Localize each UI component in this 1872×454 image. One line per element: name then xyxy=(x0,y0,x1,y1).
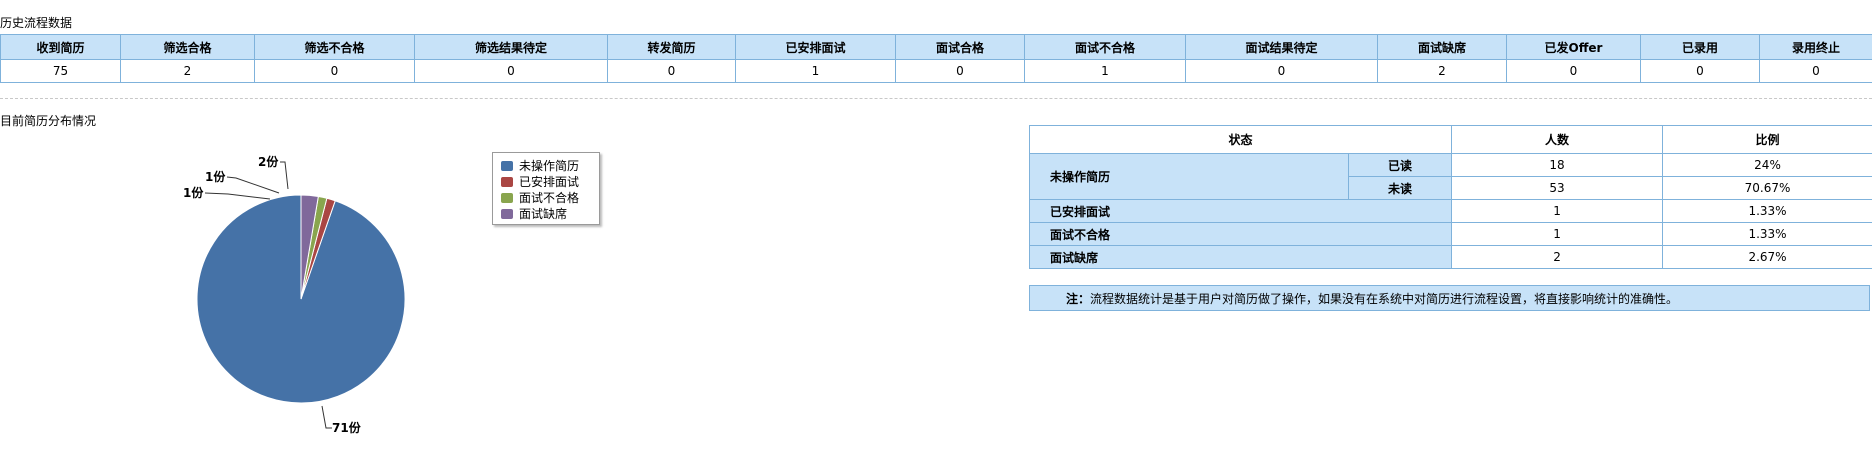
legend-swatch xyxy=(501,209,513,219)
distribution-table: 状态 人数 比例 未操作简历 已读 18 24% 未读 53 70.67% 已安… xyxy=(1028,125,1872,269)
history-header-cell: 转发简历 xyxy=(607,34,736,60)
section-divider xyxy=(0,98,1872,99)
row-count: 2 xyxy=(1451,245,1664,269)
legend-item[interactable]: 面试缺席 xyxy=(501,206,599,222)
pie-data-label: 71份 xyxy=(332,420,362,435)
data-label-connector xyxy=(226,176,280,194)
history-value-row: 75 2 0 0 0 1 0 1 0 2 0 0 0 xyxy=(0,59,1872,83)
history-value-cell: 2 xyxy=(1377,59,1507,83)
history-header-row: 收到简历 筛选合格 筛选不合格 筛选结果待定 转发简历 已安排面试 面试合格 面试不合格 面试结… xyxy=(0,34,1872,60)
table-row: 未操作简历 已读 18 24% xyxy=(1029,153,1872,200)
history-header-cell: 筛选结果待定 xyxy=(414,34,608,60)
history-value-cell: 0 xyxy=(895,59,1025,83)
pie-data-label: 1份 xyxy=(183,185,204,200)
table-row: 面试缺席 2 2.67% xyxy=(1028,245,1872,269)
table-row: 已安排面试 1 1.33% xyxy=(1028,199,1872,223)
legend-label: 面试缺席 xyxy=(519,207,568,221)
row-label: 面试不合格 xyxy=(1028,222,1453,246)
history-value-cell: 1 xyxy=(735,59,896,83)
history-value-cell: 0 xyxy=(1640,59,1760,83)
legend-swatch xyxy=(501,193,513,203)
history-value-cell: 0 xyxy=(1506,59,1641,83)
table-row: 面试不合格 1 1.33% xyxy=(1028,222,1872,246)
legend-item[interactable]: 未操作简历 xyxy=(501,158,599,174)
history-header-cell: 筛选不合格 xyxy=(254,34,415,60)
row-ratio: 1.33% xyxy=(1662,199,1872,223)
history-value-cell: 1 xyxy=(1024,59,1186,83)
row-label: 已安排面试 xyxy=(1028,199,1453,223)
legend-label: 面试不合格 xyxy=(519,191,580,205)
row-ratio: 2.67% xyxy=(1662,245,1872,269)
resume-distribution-pie-chart: 71份 1份1份 2份 xyxy=(183,154,406,435)
legend-label: 未操作简历 xyxy=(519,159,580,173)
distribution-title: 目前简历分布情况 xyxy=(0,114,97,128)
history-header-cell: 面试不合格 xyxy=(1024,34,1186,60)
unread-label: 未读 xyxy=(1347,176,1453,200)
history-header-cell: 已发Offer xyxy=(1506,34,1641,60)
legend-label: 已安排面试 xyxy=(519,175,580,189)
history-header-cell: 面试合格 xyxy=(895,34,1025,60)
statistics-note: 注：流程数据统计是基于用户对简历做了操作，如果没有在系统中对简历进行流程设置，将… xyxy=(1029,285,1870,311)
history-value-cell: 0 xyxy=(1185,59,1378,83)
read-count: 18 xyxy=(1451,153,1664,177)
note-text: 流程数据统计是基于用户对简历做了操作，如果没有在系统中对简历进行流程设置，将直接… xyxy=(1090,292,1679,306)
history-header-cell: 收到简历 xyxy=(0,34,121,60)
row-label: 面试缺席 xyxy=(1028,245,1453,269)
history-header-cell: 筛选合格 xyxy=(120,34,255,60)
pie-data-label: 1份 xyxy=(205,169,226,184)
history-value-cell: 0 xyxy=(254,59,415,83)
history-header-cell: 面试结果待定 xyxy=(1185,34,1378,60)
history-header-cell: 已安排面试 xyxy=(735,34,896,60)
distribution-header-row: 状态 人数 比例 xyxy=(1028,125,1872,154)
count-header: 人数 xyxy=(1451,125,1664,154)
legend-swatch xyxy=(501,177,513,187)
legend-swatch xyxy=(501,161,513,171)
ratio-header: 比例 xyxy=(1662,125,1872,154)
history-table: 收到简历 筛选合格 筛选不合格 筛选结果待定 转发简历 已安排面试 面试合格 面试不合格 面试结… xyxy=(0,34,1872,83)
history-header-cell: 已录用 xyxy=(1640,34,1760,60)
history-value-cell: 0 xyxy=(414,59,608,83)
history-value-cell: 0 xyxy=(607,59,736,83)
row-count: 1 xyxy=(1451,199,1664,223)
data-label-connector xyxy=(204,192,271,200)
history-value-cell: 0 xyxy=(1759,59,1872,83)
history-title: 历史流程数据 xyxy=(0,16,73,30)
status-header: 状态 xyxy=(1028,125,1453,154)
history-value-cell: 2 xyxy=(120,59,255,83)
row-ratio: 1.33% xyxy=(1662,222,1872,246)
unread-ratio: 70.67% xyxy=(1662,176,1872,200)
data-label-connector xyxy=(280,161,289,190)
unread-count: 53 xyxy=(1451,176,1664,200)
chart-legend: 未操作简历已安排面试面试不合格面试缺席 xyxy=(492,152,600,225)
history-header-cell: 面试缺席 xyxy=(1377,34,1507,60)
read-label: 已读 xyxy=(1347,153,1453,177)
history-value-cell: 75 xyxy=(0,59,121,83)
legend-item[interactable]: 面试不合格 xyxy=(501,190,599,206)
history-header-cell: 录用终止 xyxy=(1759,34,1872,60)
legend-item[interactable]: 已安排面试 xyxy=(501,174,599,190)
note-prefix: 注： xyxy=(1066,292,1091,306)
pie-data-label: 2份 xyxy=(258,154,279,169)
row-count: 1 xyxy=(1451,222,1664,246)
unhandled-label: 未操作简历 xyxy=(1029,153,1349,200)
data-label-connector xyxy=(321,405,332,429)
read-ratio: 24% xyxy=(1662,153,1872,177)
